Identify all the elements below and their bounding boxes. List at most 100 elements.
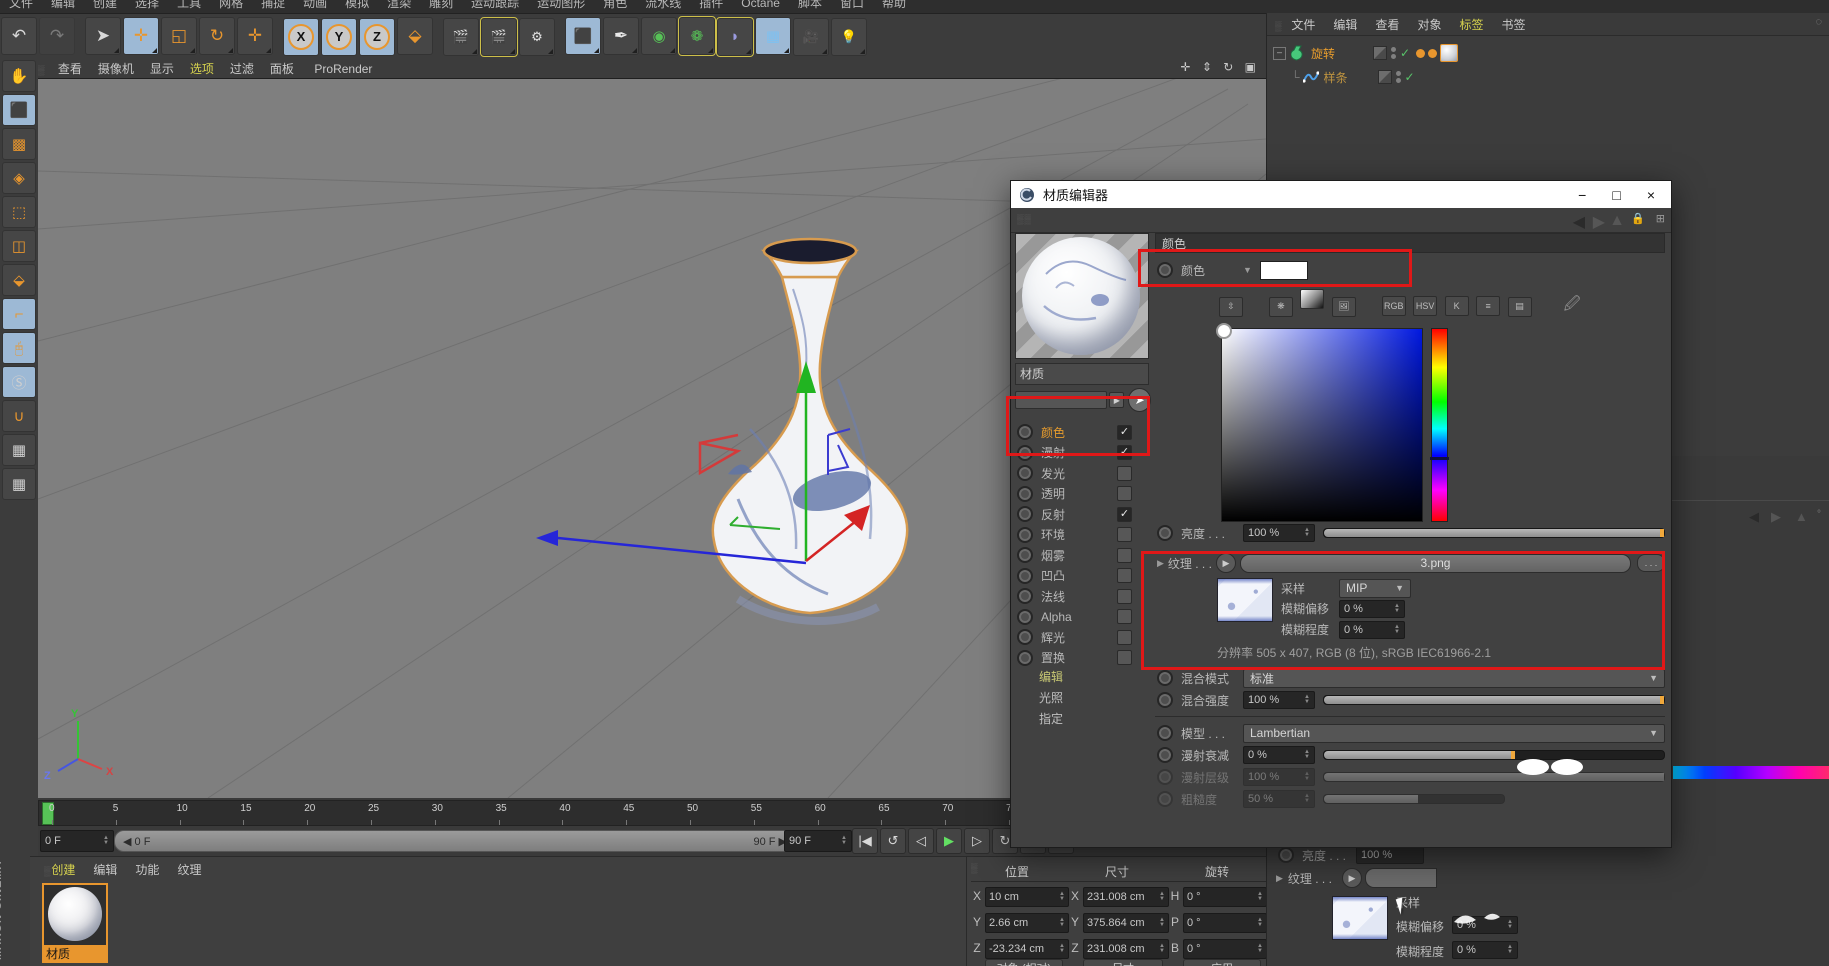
play-icon[interactable]: ▶: [936, 828, 962, 854]
channel-checkbox[interactable]: [1117, 486, 1132, 501]
minimize-button[interactable]: −: [1578, 187, 1586, 203]
material-name-field[interactable]: 材质: [1015, 363, 1149, 385]
size-x-field[interactable]: 231.008 cm▲▼: [1083, 887, 1169, 907]
channel-checkbox[interactable]: [1117, 630, 1132, 645]
material-tag[interactable]: [1440, 44, 1458, 62]
channel-辉光[interactable]: 辉光: [1015, 627, 1151, 648]
deformer-icon[interactable]: ◗: [717, 18, 753, 56]
saturation-value-square[interactable]: [1221, 328, 1423, 522]
sample-dropdown[interactable]: MIP▼: [1339, 579, 1411, 598]
material-preview[interactable]: [1015, 233, 1149, 359]
object-manager-menu-2[interactable]: 编辑: [1333, 16, 1357, 33]
channel-radio[interactable]: [1017, 486, 1033, 502]
expand-arrow-icon[interactable]: ▶: [1276, 873, 1283, 884]
mix-mode-dropdown[interactable]: 标准▼: [1243, 669, 1665, 688]
timeline-range-slider[interactable]: ◀ 0 F90 F ▶: [114, 830, 796, 852]
current-frame-field[interactable]: 0 F▲▼: [40, 830, 114, 852]
diffuse-level-field[interactable]: 100 %▲▼: [1243, 768, 1315, 786]
visibility-dots[interactable]: [1396, 70, 1401, 84]
history-forward-icon[interactable]: ▶: [1593, 212, 1605, 232]
channel-Alpha[interactable]: Alpha: [1015, 607, 1151, 628]
menu-item[interactable]: 捕捉: [261, 0, 285, 11]
x-axis-lock-icon[interactable]: X: [283, 18, 319, 56]
rot-p-field[interactable]: 0 °▲▼: [1183, 913, 1267, 933]
pick-arrow-icon[interactable]: ➤: [1128, 388, 1151, 412]
subdivision-surface-icon[interactable]: ◉: [641, 17, 677, 55]
model-radio[interactable]: [1157, 725, 1173, 741]
channel-radio[interactable]: [1017, 609, 1033, 625]
object-row-lathe[interactable]: – 旋转 ✓: [1273, 42, 1458, 64]
mix-strength-slider[interactable]: [1323, 695, 1665, 705]
viewport-menu-prorender[interactable]: ProRender: [314, 62, 372, 76]
menu-item[interactable]: 插件: [699, 0, 723, 11]
channel-radio[interactable]: [1017, 527, 1033, 543]
pos-x-field[interactable]: 10 cm▲▼: [985, 887, 1069, 907]
channel-footer-3[interactable]: 指定: [1015, 710, 1151, 731]
menu-item[interactable]: 窗口: [840, 0, 864, 11]
render-settings-icon[interactable]: ⚙: [519, 18, 555, 56]
channel-radio[interactable]: [1017, 568, 1033, 584]
menu-item[interactable]: 雕刻: [429, 0, 453, 11]
object-relative-button[interactable]: 对象 (相对): [985, 959, 1063, 966]
size-y-field[interactable]: 375.864 cm▲▼: [1083, 913, 1169, 933]
menu-item[interactable]: 文件: [9, 0, 33, 11]
mixing-mode-icon[interactable]: ≡: [1476, 296, 1500, 316]
hsv-mode-button[interactable]: HSV: [1413, 296, 1437, 316]
blur-offset-field[interactable]: 0 %▲▼: [1339, 600, 1405, 618]
roughness-slider[interactable]: [1323, 794, 1505, 804]
menu-item[interactable]: 网格: [219, 0, 243, 11]
generators-icon[interactable]: ❁: [679, 17, 715, 55]
swatches-mode-icon[interactable]: ▤: [1508, 297, 1532, 317]
tweak-mode-icon[interactable]: 🖰: [2, 332, 36, 364]
solo-mode-icon[interactable]: Ⓢ: [2, 366, 36, 398]
channel-透明[interactable]: 透明: [1015, 484, 1151, 505]
object-manager-menu-1[interactable]: 文件: [1291, 16, 1315, 33]
channel-checkbox[interactable]: [1117, 609, 1132, 624]
floor-scene-icon[interactable]: ▦: [755, 17, 791, 55]
undo-icon[interactable]: ↶: [1, 17, 37, 55]
parent-up-icon[interactable]: ▲: [1609, 212, 1625, 230]
enabled-check-icon[interactable]: ✓: [1405, 70, 1415, 84]
enable-axis-icon[interactable]: ⌐: [2, 298, 36, 330]
pos-z-field[interactable]: -23.234 cm▲▼: [985, 939, 1069, 959]
brightness-field[interactable]: 100 %▲▼: [1243, 524, 1315, 542]
diffuse-falloff-slider[interactable]: [1323, 750, 1665, 760]
channel-checkbox[interactable]: ✓: [1117, 425, 1132, 440]
end-frame-field[interactable]: 90 F▲▼: [784, 830, 852, 852]
camera-icon[interactable]: 🎥: [793, 18, 829, 56]
menu-item[interactable]: 角色: [603, 0, 627, 11]
diffuse-falloff-field[interactable]: 0 %▲▼: [1243, 746, 1315, 764]
previous-key-icon[interactable]: ↺: [880, 828, 906, 854]
goto-start-icon[interactable]: |◀: [852, 828, 878, 854]
menu-item[interactable]: 动画: [303, 0, 327, 11]
enabled-check-icon[interactable]: ✓: [1400, 46, 1410, 60]
size-z-field[interactable]: 231.008 cm▲▼: [1083, 939, 1169, 959]
viewport-menu-2[interactable]: 摄像机: [98, 60, 134, 77]
panel-grip[interactable]: ▒: [971, 863, 978, 873]
layer-square[interactable]: [1378, 70, 1392, 84]
mix-strength-radio[interactable]: [1157, 692, 1173, 708]
previous-frame-icon[interactable]: ◁: [908, 828, 934, 854]
object-manager-menu-6[interactable]: 书签: [1501, 16, 1525, 33]
object-manager-menu-5[interactable]: 标签: [1459, 16, 1483, 33]
history-back-icon[interactable]: ◀: [1573, 212, 1585, 232]
object-manager-menu-4[interactable]: 对象: [1417, 16, 1441, 33]
channel-置换[interactable]: 置换: [1015, 648, 1151, 669]
am-texture-pill[interactable]: [1365, 868, 1437, 888]
render-view-icon[interactable]: 🎬: [443, 18, 479, 56]
model-dropdown[interactable]: Lambertian▼: [1243, 724, 1665, 743]
menu-item[interactable]: Octane: [741, 0, 780, 10]
rot-b-field[interactable]: 0 °▲▼: [1183, 939, 1267, 959]
visibility-dots[interactable]: [1391, 46, 1396, 60]
texture-expand-icon[interactable]: ▶: [1157, 558, 1164, 569]
viewport-menu-1[interactable]: 查看: [58, 60, 82, 77]
channel-法线[interactable]: 法线: [1015, 586, 1151, 607]
material-manager-menu-4[interactable]: 纹理: [177, 861, 201, 878]
object-manager-menu-3[interactable]: 查看: [1375, 16, 1399, 33]
snap-icon[interactable]: ∪: [2, 400, 36, 432]
channel-radio[interactable]: [1017, 547, 1033, 563]
channel-checkbox[interactable]: ✓: [1117, 445, 1132, 460]
diffuse-level-radio[interactable]: [1157, 769, 1173, 785]
lock-workplane-icon[interactable]: ▦: [2, 434, 36, 466]
channel-反射[interactable]: 反射✓: [1015, 504, 1151, 525]
